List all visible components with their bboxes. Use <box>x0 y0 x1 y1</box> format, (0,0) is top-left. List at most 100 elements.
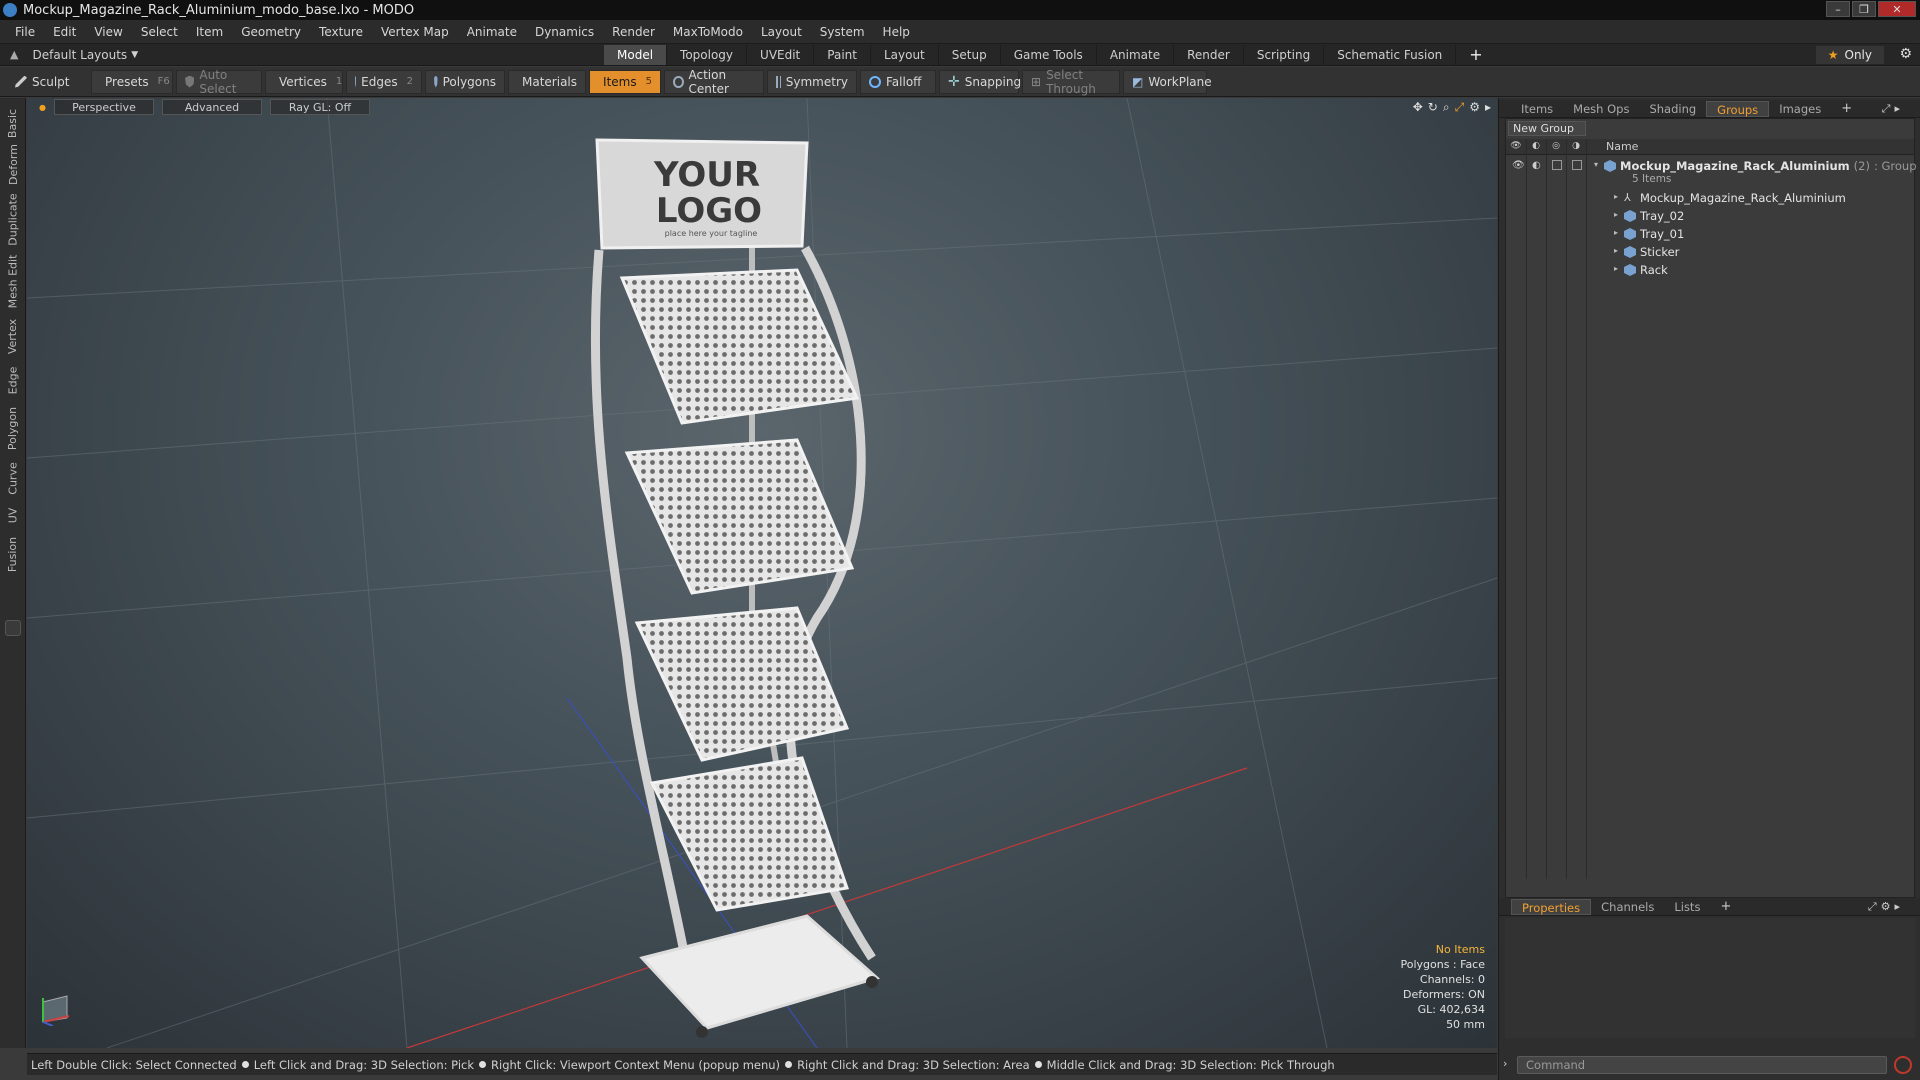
menu-file[interactable]: File <box>6 25 44 39</box>
menu-geometry[interactable]: Geometry <box>232 25 310 39</box>
left-tab-basic[interactable]: Basic <box>3 106 23 140</box>
list-item[interactable]: ▸ Sticker <box>1506 243 1914 261</box>
tab-layout[interactable]: Layout <box>871 44 939 65</box>
only-toggle[interactable]: ★ Only <box>1815 46 1884 64</box>
snapping-button[interactable]: ✛ Snapping <box>939 69 1021 94</box>
left-tab-mesh-edit[interactable]: Mesh Edit <box>3 252 23 310</box>
tab-paint[interactable]: Paint <box>814 44 871 65</box>
3d-viewport[interactable]: YOUR LOGO place here your tagline ● Pers… <box>27 98 1497 1048</box>
pan-icon[interactable]: ✥ <box>1413 100 1423 115</box>
tab-schematic-fusion[interactable]: Schematic Fusion <box>1324 44 1457 65</box>
viewport-menu-dot[interactable]: ● <box>39 103 46 112</box>
magazine-rack-model[interactable]: YOUR LOGO place here your tagline <box>590 138 881 1038</box>
symmetry-button[interactable]: Symmetry <box>767 69 857 94</box>
falloff-button[interactable]: Falloff <box>860 69 936 94</box>
close-button[interactable]: ✕ <box>1878 1 1916 17</box>
left-tab-duplicate[interactable]: Duplicate <box>3 190 23 248</box>
tab-properties[interactable]: Properties <box>1511 898 1592 915</box>
expand-arrow-icon[interactable]: ▸ <box>1614 228 1618 237</box>
left-tab-polygon[interactable]: Polygon <box>3 402 23 454</box>
view-perspective-button[interactable]: Perspective <box>53 99 154 115</box>
visibility-column-eye-icon[interactable]: 👁 <box>1510 141 1522 152</box>
edges-button[interactable]: Edges 2 <box>346 69 422 94</box>
viewport-gear-icon[interactable]: ⚙ <box>1469 100 1480 115</box>
gear-icon[interactable]: ⚙ <box>1899 46 1912 62</box>
action-center-button[interactable]: Action Center <box>664 68 764 96</box>
left-tab-vertex[interactable]: Vertex <box>3 314 23 358</box>
raygl-toggle-button[interactable]: Ray GL: Off <box>269 99 370 115</box>
add-tab-icon[interactable]: + <box>1456 45 1495 65</box>
command-history-arrow-icon[interactable]: › <box>1503 1057 1507 1070</box>
fit-icon[interactable]: ⤢ <box>1455 100 1465 115</box>
tab-images[interactable]: Images <box>1769 101 1831 117</box>
select-checkbox[interactable] <box>1572 160 1582 170</box>
expand-arrow-icon[interactable]: ▸ <box>1614 192 1618 201</box>
vertices-button[interactable]: Vertices 1 <box>265 69 343 94</box>
expand-arrow-icon[interactable]: ▸ <box>1614 246 1618 255</box>
layout-selector[interactable]: ▲ Default Layouts ▼ <box>0 48 600 62</box>
tab-render[interactable]: Render <box>1174 44 1244 65</box>
shading-advanced-button[interactable]: Advanced <box>161 99 262 115</box>
collapse-icon[interactable]: ▲ <box>10 48 18 61</box>
add-panel-tab-icon[interactable]: + <box>1831 101 1862 117</box>
menu-maxtomodo[interactable]: MaxToModo <box>664 25 752 39</box>
tab-channels[interactable]: Channels <box>1591 899 1664 915</box>
left-tab-deform[interactable]: Deform <box>3 142 23 186</box>
left-tab-uv[interactable]: UV <box>3 502 23 528</box>
workplane-button[interactable]: ◩ WorkPlane <box>1123 69 1212 94</box>
lock-column-icon[interactable]: ◎ <box>1550 141 1562 152</box>
sculpt-button[interactable]: Sculpt <box>6 70 88 94</box>
viewport-expand-icon[interactable]: ▸ <box>1485 100 1491 115</box>
tab-groups[interactable]: Groups <box>1706 100 1770 117</box>
menu-render[interactable]: Render <box>603 25 664 39</box>
tab-setup[interactable]: Setup <box>939 44 1001 65</box>
command-input[interactable]: Command <box>1517 1056 1887 1074</box>
tab-items[interactable]: Items <box>1511 101 1563 117</box>
tab-uvedit[interactable]: UVEdit <box>747 44 815 65</box>
menu-animate[interactable]: Animate <box>458 25 526 39</box>
list-item[interactable]: ▸ ⅄ Mockup_Magazine_Rack_Aluminium <box>1506 189 1914 207</box>
minimize-button[interactable]: – <box>1826 1 1850 17</box>
lock-checkbox[interactable] <box>1552 160 1562 170</box>
items-button[interactable]: Items 5 <box>589 69 661 94</box>
tab-topology[interactable]: Topology <box>667 44 748 65</box>
new-group-button[interactable]: New Group <box>1508 121 1586 136</box>
maximize-button[interactable]: ❐ <box>1852 1 1876 17</box>
expand-arrow-icon[interactable]: ▸ <box>1614 210 1618 219</box>
visibility-eye-icon[interactable]: 👁 <box>1512 160 1525 171</box>
command-record-icon[interactable] <box>1894 1056 1912 1074</box>
presets-button[interactable]: Presets F6 <box>91 69 173 94</box>
left-tab-edge[interactable]: Edge <box>3 362 23 398</box>
collapse-arrow-icon[interactable]: ▾ <box>1594 160 1598 169</box>
materials-button[interactable]: Materials <box>508 69 586 94</box>
polygons-button[interactable]: Polygons <box>425 69 505 94</box>
tab-model[interactable]: Model <box>604 44 668 65</box>
select-column-icon[interactable]: ◑ <box>1570 141 1582 152</box>
panel-settings-icon[interactable]: ⤢⚙▸ <box>1858 899 1914 915</box>
viewport-scene[interactable]: YOUR LOGO place here your tagline <box>27 98 1497 1048</box>
menu-edit[interactable]: Edit <box>44 25 85 39</box>
list-item[interactable]: ▸ Tray_02 <box>1506 207 1914 225</box>
menu-view[interactable]: View <box>85 25 131 39</box>
rotate-icon[interactable]: ↻ <box>1428 100 1438 115</box>
tab-game-tools[interactable]: Game Tools <box>1001 44 1097 65</box>
zoom-icon[interactable]: ⌕ <box>1443 100 1450 115</box>
group-row[interactable]: 👁 ◐ ▾ Mockup_Magazine_Rack_Aluminium (2)… <box>1506 157 1917 175</box>
render-column-icon[interactable]: ◐ <box>1530 141 1542 152</box>
toggle-toolbox-icon[interactable] <box>5 620 21 636</box>
tab-lists[interactable]: Lists <box>1664 899 1710 915</box>
menu-item[interactable]: Item <box>187 25 232 39</box>
render-toggle-icon[interactable]: ◐ <box>1532 160 1541 171</box>
list-item[interactable]: ▸ Rack <box>1506 261 1914 279</box>
menu-help[interactable]: Help <box>874 25 919 39</box>
tab-animate[interactable]: Animate <box>1097 44 1175 65</box>
menu-vertex-map[interactable]: Vertex Map <box>372 25 458 39</box>
list-item[interactable]: ▸ Tray_01 <box>1506 225 1914 243</box>
tab-shading[interactable]: Shading <box>1639 101 1706 117</box>
menu-system[interactable]: System <box>811 25 874 39</box>
menu-select[interactable]: Select <box>132 25 187 39</box>
menu-dynamics[interactable]: Dynamics <box>526 25 603 39</box>
select-through-button[interactable]: ⊞ Select Through <box>1022 68 1120 96</box>
left-tab-curve[interactable]: Curve <box>3 458 23 498</box>
menu-texture[interactable]: Texture <box>310 25 372 39</box>
